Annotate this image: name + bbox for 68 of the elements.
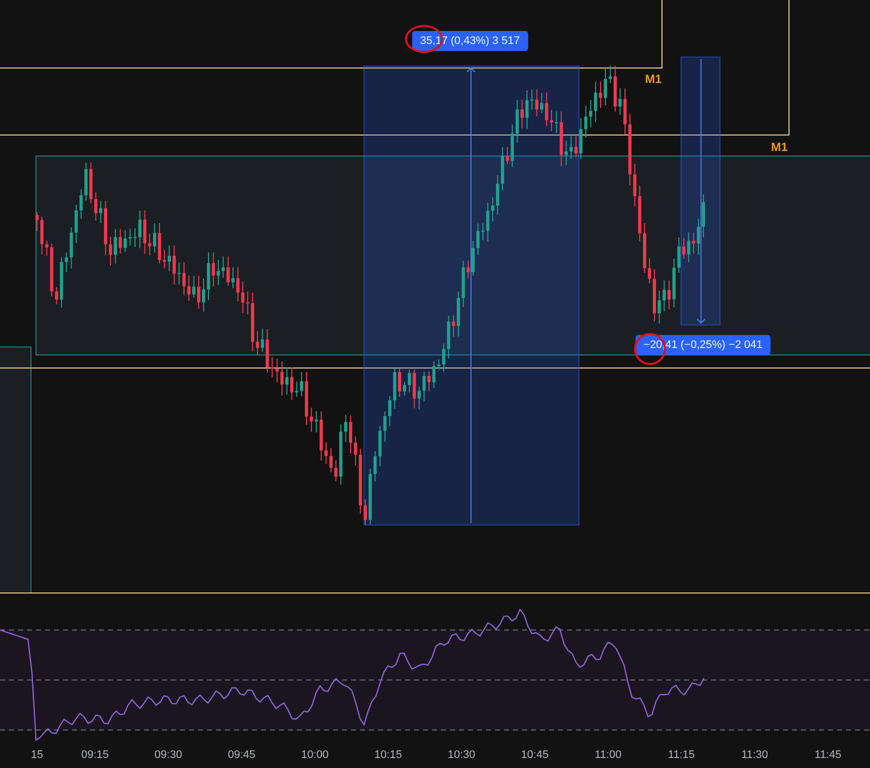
candlestick xyxy=(662,280,666,312)
time-label: 11:15 xyxy=(668,749,695,761)
candlestick xyxy=(393,368,396,410)
time-label: 10:15 xyxy=(374,749,402,761)
candlestick xyxy=(658,290,661,324)
candlestick xyxy=(216,259,220,286)
candlestick xyxy=(118,228,122,254)
time-label: 15 xyxy=(30,749,44,761)
candlestick xyxy=(99,200,102,224)
candlestick xyxy=(564,140,568,166)
candlestick xyxy=(148,233,152,256)
candlestick xyxy=(466,260,470,279)
candlestick xyxy=(94,192,98,222)
candlestick xyxy=(364,499,367,526)
candlestick xyxy=(608,64,612,84)
candlestick xyxy=(295,380,298,398)
candlestick xyxy=(638,185,642,242)
candlestick xyxy=(584,105,588,138)
candlestick xyxy=(687,232,690,263)
candlestick xyxy=(682,237,686,260)
level-label: M1 xyxy=(645,72,662,86)
candlestick xyxy=(462,260,465,308)
candlestick xyxy=(368,468,372,525)
candlestick xyxy=(633,163,636,207)
time-label: 11:45 xyxy=(814,749,842,761)
time-label: 09:45 xyxy=(228,749,256,761)
candlestick xyxy=(614,65,617,112)
time-label: 10:30 xyxy=(448,749,476,761)
candlestick xyxy=(124,230,127,252)
candlestick xyxy=(241,281,244,314)
candlestick xyxy=(50,243,54,297)
candlestick xyxy=(270,356,274,378)
time-label: 10:00 xyxy=(301,749,329,761)
candlestick xyxy=(540,92,544,114)
candlestick xyxy=(418,386,421,410)
candlestick xyxy=(560,110,563,167)
candlestick xyxy=(589,99,592,128)
time-label: 11:00 xyxy=(594,749,622,761)
candlestick xyxy=(535,88,538,117)
candlestick xyxy=(222,256,225,278)
time-label: 10:45 xyxy=(521,749,549,761)
candlestick xyxy=(516,99,519,144)
candlestick xyxy=(510,124,514,168)
candlestick xyxy=(339,424,342,486)
candlestick xyxy=(246,291,250,315)
time-label: 09:30 xyxy=(154,749,182,761)
candlestick xyxy=(70,226,73,269)
candlestick xyxy=(486,202,490,242)
candlestick xyxy=(45,240,48,256)
candlestick xyxy=(168,245,171,272)
candlestick xyxy=(266,328,269,374)
candlestick xyxy=(290,366,294,400)
candlestick xyxy=(172,244,176,285)
candlestick xyxy=(491,196,494,222)
candlestick xyxy=(437,359,440,370)
level-label: M1 xyxy=(771,140,788,154)
candlestick xyxy=(197,275,200,310)
time-label: 11:30 xyxy=(741,749,768,761)
candlestick xyxy=(320,410,323,461)
candlestick xyxy=(143,210,146,254)
candlestick xyxy=(344,414,348,442)
candlestick xyxy=(192,275,196,298)
candlestick xyxy=(442,342,446,372)
candlestick xyxy=(412,369,416,409)
candlestick xyxy=(314,410,318,433)
time-label: 09:15 xyxy=(81,749,109,761)
candlestick xyxy=(74,204,78,244)
candlestick xyxy=(388,396,392,427)
